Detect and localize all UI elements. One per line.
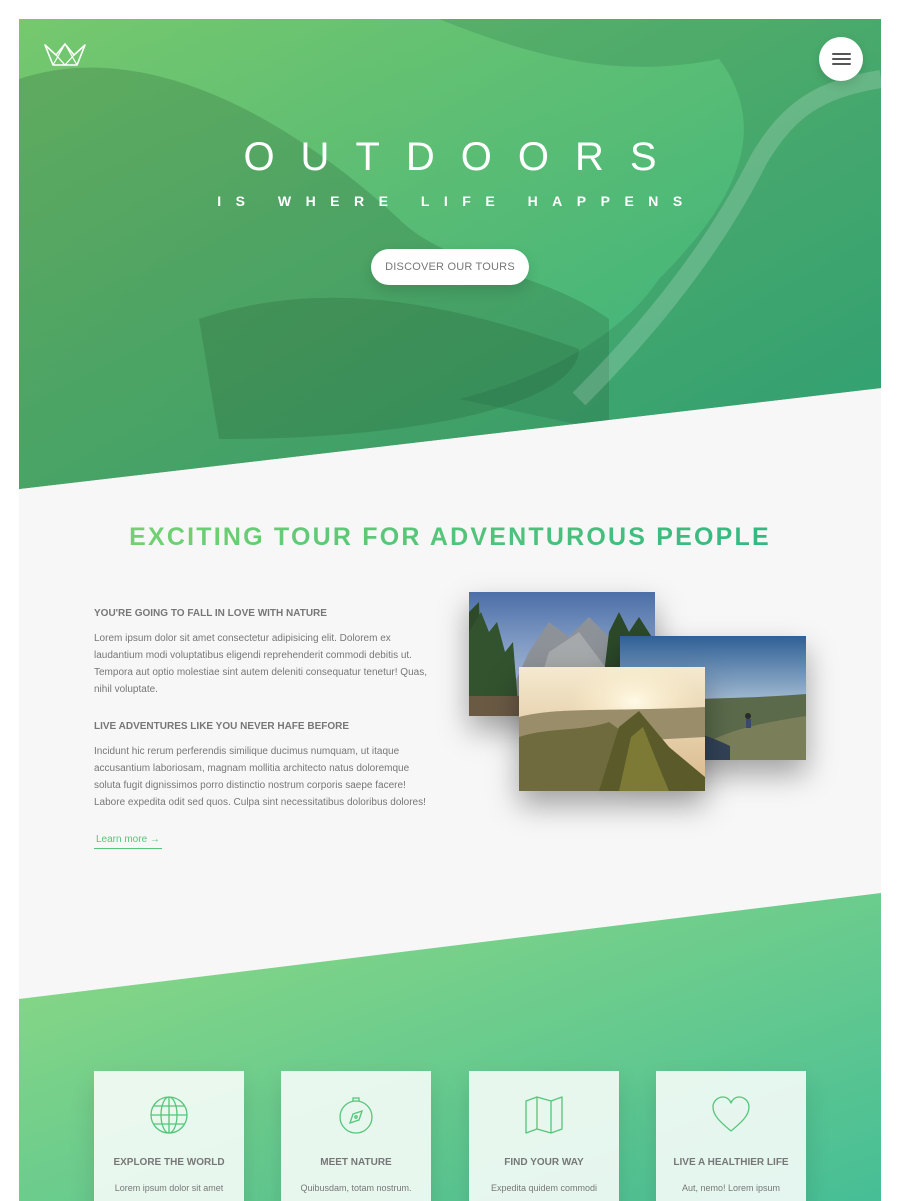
hero-header: OUTDOORS IS WHERE LIFE HAPPENS DISCOVER … [19, 19, 881, 489]
hero-title: OUTDOORS [243, 135, 683, 179]
about-paragraph-1: Lorem ipsum dolor sit amet consectetur a… [94, 633, 427, 695]
menu-button[interactable] [819, 37, 863, 81]
photo-3-image [519, 667, 705, 791]
about-subheading-2: LIVE ADVENTURES LIKE YOU NEVER HAFE BEFO… [94, 721, 350, 732]
feature-card-nature: MEET NATURE Quibusdam, totam nostrum. [281, 1071, 431, 1201]
discover-tours-button[interactable]: DISCOVER OUR TOURS [371, 249, 529, 285]
feature-card-healthier: LIVE A HEALTHIER LIFE Aut, nemo! Lorem i… [656, 1071, 806, 1201]
section-heading: EXCITING TOUR FOR ADVENTUROUS PEOPLE [19, 523, 881, 552]
feature-text: Lorem ipsum dolor sit amet [114, 1183, 224, 1193]
photo-mountain-sunset[interactable] [519, 667, 705, 791]
logo-icon[interactable] [43, 41, 87, 69]
feature-text: Quibusdam, totam nostrum. [300, 1183, 412, 1193]
feature-text: Expedita quidem commodi [490, 1183, 598, 1193]
about-subheading-1: YOU'RE GOING TO FALL IN LOVE WITH NATURE [94, 608, 327, 619]
page: OUTDOORS IS WHERE LIFE HAPPENS DISCOVER … [19, 19, 881, 1201]
heart-icon [712, 1096, 750, 1132]
learn-more-link[interactable]: Learn more → [94, 834, 162, 849]
compass-icon [339, 1097, 373, 1134]
feature-title: LIVE A HEALTHIER LIFE [673, 1157, 789, 1168]
map-icon [525, 1096, 563, 1134]
about-paragraph-2: Incidunt hic rerum perferendis similique… [94, 746, 426, 808]
feature-text: Aut, nemo! Lorem ipsum [681, 1183, 781, 1193]
hero-subtitle: IS WHERE LIFE HAPPENS [217, 193, 697, 209]
feature-title: FIND YOUR WAY [504, 1157, 584, 1168]
feature-title: MEET NATURE [320, 1157, 392, 1168]
hamburger-icon [831, 50, 851, 68]
feature-title: EXPLORE THE WORLD [113, 1157, 225, 1168]
feature-card-explore: EXPLORE THE WORLD Lorem ipsum dolor sit … [94, 1071, 244, 1201]
globe-icon [150, 1096, 188, 1134]
feature-card-find-way: FIND YOUR WAY Expedita quidem commodi [469, 1071, 619, 1201]
